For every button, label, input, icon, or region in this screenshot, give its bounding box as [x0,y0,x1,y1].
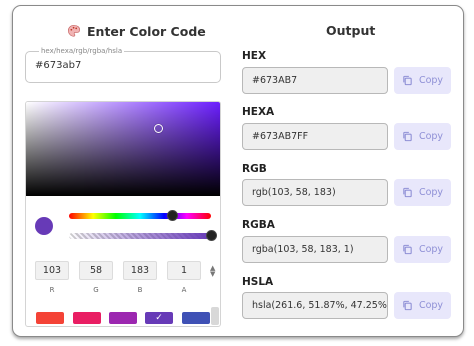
red-channel-label: R [49,286,55,294]
selected-check-icon: ✓ [155,313,163,323]
saturation-area[interactable] [26,102,220,196]
alpha-channel-label: A [181,286,187,294]
hex-output-field[interactable]: #673AB7 [242,67,388,94]
copy-icon [403,75,412,86]
copy-hexa-button[interactable]: Copy [394,123,451,150]
copy-button-label: Copy [418,75,444,86]
copy-rgba-button[interactable]: Copy [394,236,451,263]
alpha-channel-input[interactable]: 1 [167,261,201,280]
hex-label: HEX [242,50,267,62]
copy-rgb-button[interactable]: Copy [394,179,451,206]
color-code-input-legend: hex/hexa/rgb/rgba/hsla [39,46,125,56]
copy-icon [403,187,412,198]
current-color-swatch [35,217,53,235]
output-section-title: Output [326,23,376,38]
alpha-slider-thumb[interactable] [206,230,217,241]
palette-icon [67,24,81,37]
rgba-label: RGBA [242,219,275,231]
preset-swatch[interactable] [73,312,101,324]
rgba-output-field[interactable]: rgba(103, 58, 183, 1) [242,236,388,263]
input-section-title-text: Enter Color Code [87,23,206,39]
color-code-input[interactable]: hex/hexa/rgb/rgba/hsla #673ab7 [25,46,221,83]
color-code-input-value[interactable]: #673ab7 [35,60,81,71]
preset-swatch[interactable] [182,312,210,324]
copy-button-label: Copy [418,244,444,255]
color-converter-card: Enter Color Code hex/hexa/rgb/rgba/hsla … [12,5,464,337]
format-toggle-icon[interactable]: ▲ ▼ [210,265,215,278]
hsla-output-field[interactable]: hsla(261.6, 51.87%, 47.25% [242,292,388,319]
green-channel-input[interactable]: 58 [79,261,113,280]
saturation-cursor[interactable] [154,124,163,133]
preset-swatch[interactable] [36,312,64,324]
hexa-output-field[interactable]: #673AB7FF [242,123,388,150]
preset-swatch[interactable]: ✓ [145,312,173,324]
hue-slider-thumb[interactable] [167,210,178,221]
blue-channel-label: B [137,286,143,294]
color-picker: 103 58 183 1 R G B A ▲ ▼ ✓ [25,101,221,327]
copy-button-label: Copy [418,187,444,198]
copy-button-label: Copy [418,300,444,311]
copy-icon [403,131,412,142]
copy-button-label: Copy [418,131,444,142]
copy-icon [403,244,412,255]
rgb-output-field[interactable]: rgb(103, 58, 183) [242,179,388,206]
copy-hsla-button[interactable]: Copy [394,292,451,319]
red-channel-input[interactable]: 103 [35,261,69,280]
hexa-label: HEXA [242,106,275,118]
green-channel-label: G [93,286,99,294]
presets-scrollbar[interactable] [211,307,219,325]
rgb-label: RGB [242,163,267,175]
preset-swatch[interactable] [109,312,137,324]
alpha-slider[interactable] [69,233,211,239]
copy-hex-button[interactable]: Copy [394,67,451,94]
hue-slider[interactable] [69,213,211,219]
hsla-label: HSLA [242,276,274,288]
blue-channel-input[interactable]: 183 [123,261,157,280]
input-section-title: Enter Color Code [67,21,206,41]
copy-icon [403,300,412,311]
